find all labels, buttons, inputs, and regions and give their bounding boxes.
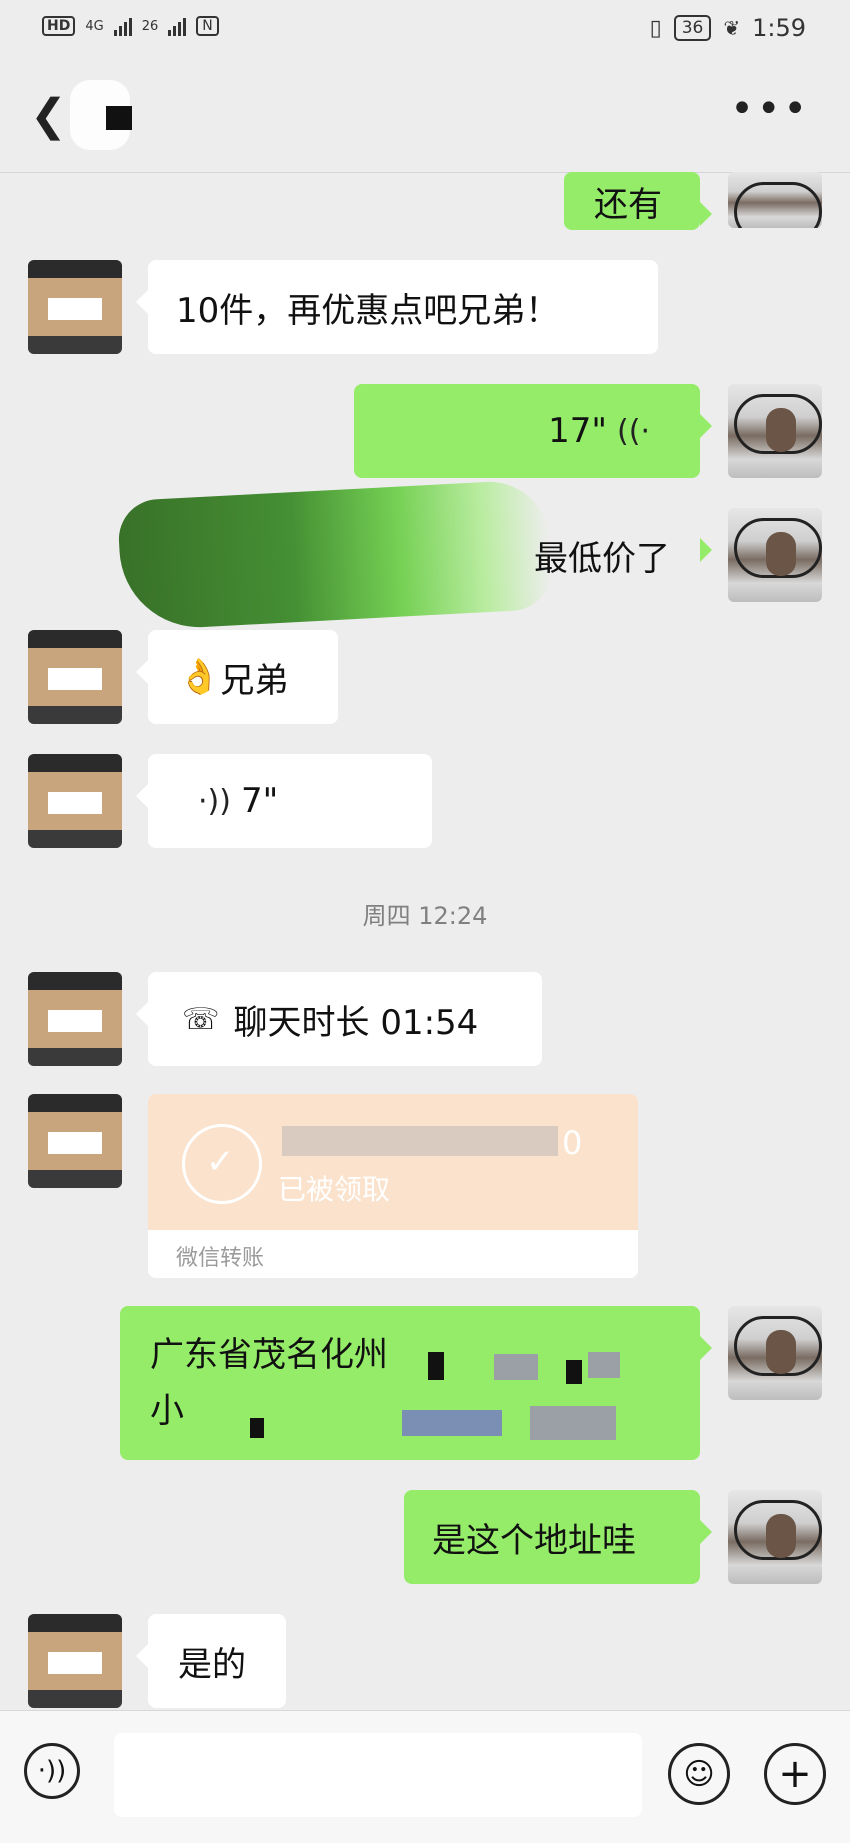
address-redaction [428, 1352, 444, 1380]
message-bubble[interactable]: 是的 [136, 1614, 286, 1708]
voice-message-bubble[interactable]: ·)) 7" [136, 754, 432, 848]
address-redaction [250, 1418, 264, 1438]
avatar-self[interactable] [728, 1490, 822, 1584]
address-line-2: 小 [150, 1391, 184, 1431]
address-redaction [588, 1352, 620, 1378]
avatar-contact[interactable] [28, 1094, 122, 1188]
message-text: 是这个地址哇 [432, 1520, 636, 1561]
chat-header: ❮ ••• [0, 60, 850, 173]
message-input[interactable] [114, 1733, 642, 1817]
hd-icon: HD [42, 16, 76, 36]
message-text: 最低价了 [534, 538, 670, 579]
avatar-contact[interactable] [28, 630, 122, 724]
avatar-self[interactable] [728, 384, 822, 478]
message-text: 兄弟 [220, 660, 289, 701]
signal-icon [113, 16, 132, 36]
message-text: 10件，再优惠点吧兄弟！ [176, 290, 560, 331]
input-bar: ·)) ☺ + [0, 1710, 850, 1843]
battery-icon: 36 [673, 15, 712, 41]
address-redaction [530, 1406, 616, 1440]
contact-name-redaction [106, 106, 132, 130]
avatar-contact[interactable] [28, 1614, 122, 1708]
voice-wave-icon: ((· [617, 413, 650, 449]
signal-4g-label: 4G [85, 18, 104, 34]
call-duration-text: 聊天时长 01:54 [233, 1002, 479, 1043]
transfer-amount: 0 [562, 1124, 583, 1162]
avatar-contact[interactable] [28, 260, 122, 354]
message-bubble[interactable]: 还有 [564, 172, 712, 230]
message-bubble[interactable]: 👌 兄弟 [136, 630, 338, 724]
message-bubble[interactable]: 最低价了 [168, 508, 712, 602]
plus-icon[interactable]: + [764, 1743, 826, 1805]
avatar-self[interactable] [728, 172, 822, 228]
emoji-icon[interactable]: ☺ [668, 1743, 730, 1805]
clock: 1:59 [752, 14, 806, 42]
transfer-status: 已被领取 [278, 1173, 391, 1206]
avatar-self[interactable] [728, 508, 822, 602]
transfer-card[interactable]: ✓ 0 已被领取 微信转账 [148, 1094, 638, 1278]
address-redaction [402, 1410, 502, 1436]
voice-message-bubble[interactable]: 17" ((· [354, 384, 712, 478]
timestamp-separator: 周四 12:24 [362, 902, 488, 930]
message-text: 还有 [594, 184, 662, 225]
voice-duration: 17" [548, 411, 608, 451]
transfer-footer: 微信转账 [176, 1246, 265, 1271]
address-redaction [566, 1360, 582, 1384]
ok-hand-emoji-icon: 👌 [178, 657, 221, 697]
call-record-bubble[interactable]: ☏ 聊天时长 01:54 [136, 972, 542, 1066]
status-bar: HD 4G 26 N ▯ 36 ❦ 1:59 [0, 0, 850, 60]
signal-icon-2 [168, 16, 187, 36]
message-text: 是的 [178, 1644, 246, 1685]
avatar-contact[interactable] [28, 972, 122, 1066]
avatar-self[interactable] [728, 1306, 822, 1400]
message-bubble[interactable]: 10件，再优惠点吧兄弟！ [136, 260, 658, 354]
check-icon: ✓ [206, 1142, 235, 1182]
signal-2g-label: 26 [141, 18, 159, 34]
voice-icon[interactable]: ·)) [24, 1743, 80, 1799]
avatar-contact[interactable] [28, 754, 122, 848]
chevron-left-icon[interactable]: ❮ [30, 90, 67, 141]
phone-hangup-icon: ☏ [182, 1001, 220, 1037]
voice-duration: 7" [240, 781, 279, 821]
voice-wave-icon: ·)) [198, 783, 231, 819]
address-redaction [494, 1354, 538, 1380]
address-line-1: 广东省茂名化州 [150, 1335, 388, 1375]
leaf-icon: ❦ [723, 16, 741, 40]
message-bubble[interactable]: 是这个地址哇 [404, 1490, 712, 1584]
nfc-icon: N [196, 16, 219, 36]
more-dots-icon[interactable]: ••• [730, 86, 810, 132]
vibrate-icon: ▯ [649, 15, 662, 41]
amount-redaction [282, 1126, 558, 1156]
